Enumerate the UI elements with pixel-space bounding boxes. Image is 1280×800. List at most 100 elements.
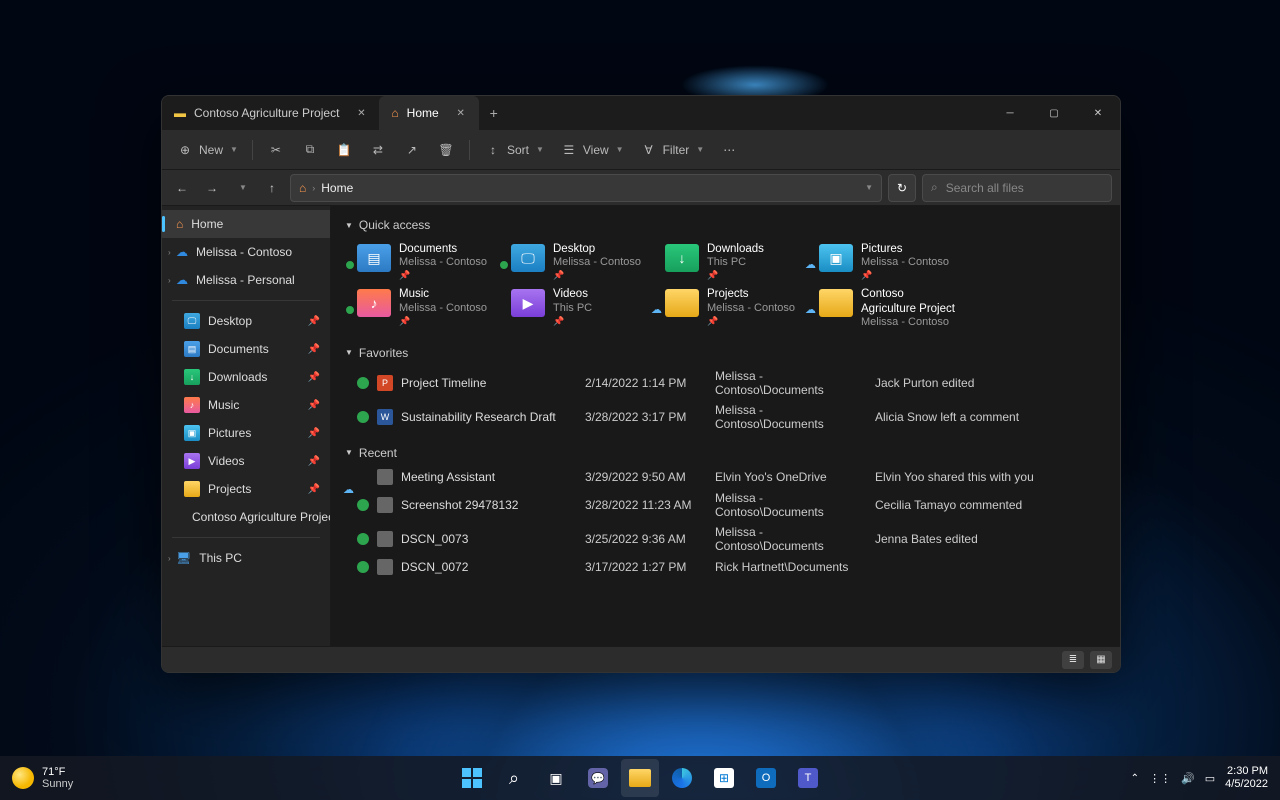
file-row[interactable]: Meeting Assistant3/29/2022 9:50 AMElvin …: [345, 466, 1106, 488]
sidebar-item-onedrive-contoso[interactable]: › ☁ Melissa - Contoso: [162, 238, 330, 266]
sidebar-item-desktop[interactable]: 🖵Desktop📌: [162, 307, 330, 335]
edge-button[interactable]: [663, 759, 701, 797]
taskbar-clock[interactable]: 2:30 PM 4/5/2022: [1225, 765, 1268, 790]
chevron-down-icon: ▼: [696, 145, 704, 154]
sidebar-item-pictures[interactable]: ▣Pictures📌: [162, 419, 330, 447]
rename-icon: ⇄: [369, 143, 387, 157]
close-tab-icon[interactable]: ✕: [353, 105, 369, 121]
copy-button[interactable]: ⧉: [295, 138, 325, 161]
new-button[interactable]: ⊕New▼: [170, 139, 244, 161]
minimize-button[interactable]: ─: [988, 97, 1032, 129]
taskbar[interactable]: 71°F Sunny ⌕ ▣ 💬 ⊞ O T ⌃ ⋮⋮ 🔊 ▭ 2:30 PM …: [0, 756, 1280, 800]
sidebar-item-documents[interactable]: ▤Documents📌: [162, 335, 330, 363]
history-dropdown[interactable]: ▼: [230, 176, 254, 200]
view-button[interactable]: ☰View▼: [554, 139, 630, 161]
quickaccess-pictures[interactable]: ▣☁PicturesMelissa - Contoso📌: [819, 242, 957, 281]
delete-button[interactable]: 🗑: [431, 139, 461, 161]
desk-icon: 🖵: [184, 313, 200, 329]
volume-icon[interactable]: 🔊: [1181, 772, 1195, 785]
paste-button[interactable]: 📋: [329, 139, 359, 161]
pics-icon: ▣: [184, 425, 200, 441]
file-row[interactable]: DSCN_00733/25/2022 9:36 AMMelissa - Cont…: [345, 522, 1106, 556]
filter-button[interactable]: ∀Filter▼: [634, 139, 711, 161]
chevron-down-icon[interactable]: ▼: [865, 183, 873, 192]
teams-button[interactable]: T: [789, 759, 827, 797]
details-view-button[interactable]: ≣: [1062, 651, 1084, 669]
rename-button[interactable]: ⇄: [363, 139, 393, 161]
battery-icon[interactable]: ▭: [1205, 772, 1215, 785]
cut-button[interactable]: ✂: [261, 139, 291, 161]
chevron-right-icon[interactable]: ›: [168, 554, 171, 563]
chevron-right-icon[interactable]: ›: [168, 276, 171, 285]
sidebar-item-music[interactable]: ♪Music📌: [162, 391, 330, 419]
section-favorites[interactable]: ▼Favorites: [345, 340, 1106, 366]
tray-chevron-icon[interactable]: ⌃: [1131, 773, 1139, 784]
quickaccess-documents[interactable]: ▤DocumentsMelissa - Contoso📌: [357, 242, 495, 281]
sidebar-item-videos[interactable]: ▶Videos📌: [162, 447, 330, 475]
synced-icon: [345, 260, 355, 270]
wifi-icon[interactable]: ⋮⋮: [1149, 772, 1171, 785]
quickaccess-music[interactable]: ♪MusicMelissa - Contoso📌: [357, 287, 495, 330]
sidebar-item-contoso-agriculture-project[interactable]: Contoso Agriculture Project: [162, 503, 330, 531]
titlebar[interactable]: ▬ Contoso Agriculture Project ✕ ⌂ Home ✕…: [162, 96, 1120, 130]
back-button[interactable]: ←: [170, 176, 194, 200]
quickaccess-downloads[interactable]: ↓DownloadsThis PC📌: [665, 242, 803, 281]
folder-icon: ▬: [174, 106, 186, 120]
forward-button[interactable]: →: [200, 176, 224, 200]
pin-icon: 📌: [308, 456, 320, 467]
close-tab-icon[interactable]: ✕: [453, 105, 469, 121]
file-row[interactable]: PProject Timeline2/14/2022 1:14 PMMeliss…: [345, 366, 1106, 400]
new-tab-button[interactable]: +: [479, 105, 509, 121]
quickaccess-projects[interactable]: ☁ProjectsMelissa - Contoso📌: [665, 287, 803, 330]
paste-icon: 📋: [335, 143, 353, 157]
desk-icon: 🖵: [511, 244, 545, 272]
docs-icon: ▤: [357, 244, 391, 272]
file-row[interactable]: DSCN_00723/17/2022 1:27 PMRick Hartnett\…: [345, 556, 1106, 578]
file-icon: [377, 469, 393, 485]
chevron-right-icon[interactable]: ›: [168, 248, 171, 257]
file-icon: W: [377, 409, 393, 425]
close-button[interactable]: ✕: [1076, 97, 1120, 129]
file-row[interactable]: WSustainability Research Draft3/28/2022 …: [345, 400, 1106, 434]
store-button[interactable]: ⊞: [705, 759, 743, 797]
outlook-button[interactable]: O: [747, 759, 785, 797]
chevron-down-icon: ▼: [345, 221, 353, 230]
section-recent[interactable]: ▼Recent: [345, 440, 1106, 466]
icons-view-button[interactable]: ▦: [1090, 651, 1112, 669]
folder-icon: ☁: [665, 289, 699, 317]
sidebar-item-downloads[interactable]: ↓Downloads📌: [162, 363, 330, 391]
cloud-icon: [343, 485, 355, 497]
maximize-button[interactable]: ▢: [1032, 97, 1076, 129]
more-button[interactable]: ⋯: [714, 139, 744, 161]
sidebar-item-onedrive-personal[interactable]: › ☁ Melissa - Personal: [162, 266, 330, 294]
sidebar-item-thispc[interactable]: › 🖥 This PC: [162, 544, 330, 572]
up-button[interactable]: ↑: [260, 176, 284, 200]
share-button[interactable]: ↗: [397, 139, 427, 161]
search-input[interactable]: ⌕ Search all files: [922, 174, 1112, 202]
start-button[interactable]: [453, 759, 491, 797]
breadcrumb: Home: [321, 181, 353, 195]
refresh-button[interactable]: ↻: [888, 174, 916, 202]
quickaccess-videos[interactable]: ▶VideosThis PC📌: [511, 287, 649, 330]
folder-icon: ☁: [819, 289, 853, 317]
address-bar[interactable]: ⌂ › Home ▼: [290, 174, 882, 202]
sort-button[interactable]: ↕Sort▼: [478, 139, 550, 161]
sidebar-item-projects[interactable]: Projects📌: [162, 475, 330, 503]
chat-button[interactable]: 💬: [579, 759, 617, 797]
view-icon: ☰: [560, 143, 578, 157]
sidebar-item-home[interactable]: ⌂ Home: [162, 210, 330, 238]
tab-contoso[interactable]: ▬ Contoso Agriculture Project ✕: [162, 96, 379, 130]
taskbar-weather[interactable]: 71°F Sunny: [0, 766, 73, 790]
quickaccess-contoso-agriculture-project[interactable]: ☁Contoso Agriculture ProjectMelissa - Co…: [819, 287, 957, 330]
file-explorer-button[interactable]: [621, 759, 659, 797]
quickaccess-desktop[interactable]: 🖵DesktopMelissa - Contoso📌: [511, 242, 649, 281]
tab-label: Contoso Agriculture Project: [194, 106, 339, 120]
file-row[interactable]: Screenshot 294781323/28/2022 11:23 AMMel…: [345, 488, 1106, 522]
task-view-button[interactable]: ▣: [537, 759, 575, 797]
section-quick-access[interactable]: ▼Quick access: [345, 212, 1106, 238]
pin-icon: 📌: [399, 270, 487, 281]
pin-icon: 📌: [707, 316, 795, 327]
tab-home[interactable]: ⌂ Home ✕: [379, 96, 478, 130]
pin-icon: 📌: [553, 270, 641, 281]
search-button[interactable]: ⌕: [495, 759, 533, 797]
